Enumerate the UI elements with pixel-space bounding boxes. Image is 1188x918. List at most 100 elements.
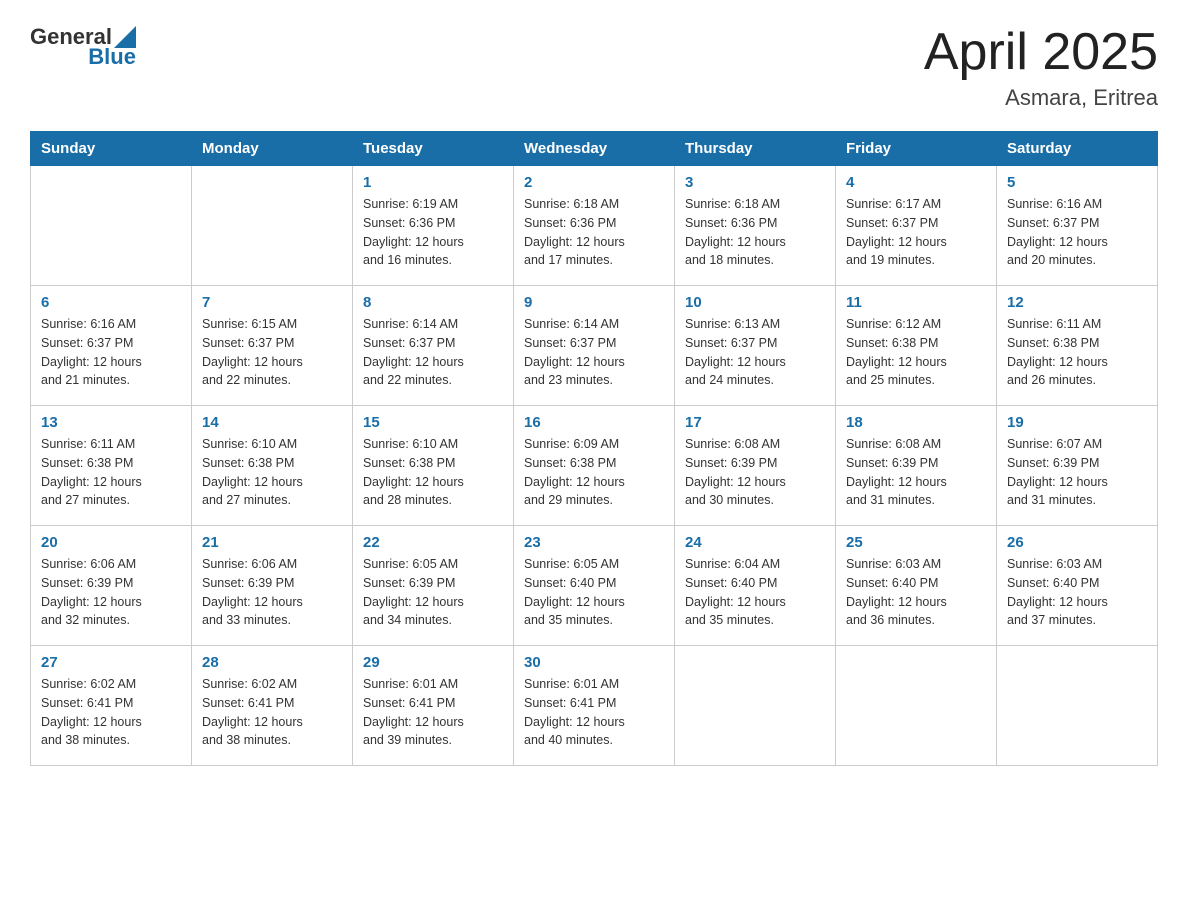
calendar-cell	[31, 166, 192, 286]
day-number: 19	[1007, 414, 1147, 431]
day-info: Sunrise: 6:02 AMSunset: 6:41 PMDaylight:…	[202, 675, 342, 750]
day-number: 24	[685, 534, 825, 551]
calendar-cell	[997, 646, 1158, 766]
calendar-cell: 30Sunrise: 6:01 AMSunset: 6:41 PMDayligh…	[514, 646, 675, 766]
day-number: 12	[1007, 294, 1147, 311]
day-number: 3	[685, 174, 825, 191]
day-number: 17	[685, 414, 825, 431]
day-info: Sunrise: 6:17 AMSunset: 6:37 PMDaylight:…	[846, 195, 986, 270]
calendar-title: April 2025	[924, 24, 1158, 81]
calendar-cell: 2Sunrise: 6:18 AMSunset: 6:36 PMDaylight…	[514, 166, 675, 286]
day-info: Sunrise: 6:10 AMSunset: 6:38 PMDaylight:…	[363, 435, 503, 510]
calendar-cell: 3 Sunrise: 6:18 AMSunset: 6:36 PMDaylight…	[675, 166, 836, 286]
day-number: 22	[363, 534, 503, 551]
calendar-cell: 16 Sunrise: 6:09 AMSunset: 6:38 PMDayligh…	[514, 406, 675, 526]
calendar-cell: 9 Sunrise: 6:14 AMSunset: 6:37 PMDaylight…	[514, 286, 675, 406]
day-info: Sunrise: 6:01 AMSunset: 6:41 PMDaylight:…	[363, 675, 503, 750]
day-number: 20	[41, 534, 181, 551]
calendar-week-row: 27 Sunrise: 6:02 AMSunset: 6:41 PMDayligh…	[31, 646, 1158, 766]
calendar-location: Asmara, Eritrea	[924, 85, 1158, 111]
day-number: 1	[363, 174, 503, 191]
day-info: Sunrise: 6:03 AMSunset: 6:40 PMDaylight:…	[1007, 555, 1147, 630]
day-info: Sunrise: 6:03 AMSunset: 6:40 PMDaylight:…	[846, 555, 986, 630]
day-number: 16	[524, 414, 664, 431]
day-info: Sunrise: 6:09 AMSunset: 6:38 PMDaylight:…	[524, 435, 664, 510]
calendar-cell: 29 Sunrise: 6:01 AMSunset: 6:41 PMDayligh…	[353, 646, 514, 766]
day-number: 28	[202, 654, 342, 671]
calendar-cell	[675, 646, 836, 766]
calendar-table: SundayMondayTuesdayWednesdayThursdayFrid…	[30, 131, 1158, 766]
day-info: Sunrise: 6:16 AMSunset: 6:37 PMDaylight:…	[41, 315, 181, 390]
logo: General Blue	[30, 24, 136, 70]
day-info: Sunrise: 6:06 AMSunset: 6:39 PMDaylight:…	[202, 555, 342, 630]
day-info: Sunrise: 6:06 AMSunset: 6:39 PMDaylight:…	[41, 555, 181, 630]
calendar-header-row: SundayMondayTuesdayWednesdayThursdayFrid…	[31, 132, 1158, 166]
day-number: 8	[363, 294, 503, 311]
calendar-cell: 17 Sunrise: 6:08 AMSunset: 6:39 PMDayligh…	[675, 406, 836, 526]
calendar-cell: 27Sunrise: 6:02 AMSunset: 6:41 PMDayligh…	[31, 646, 192, 766]
calendar-week-row: 6 Sunrise: 6:16 AMSunset: 6:37 PMDaylight…	[31, 286, 1158, 406]
calendar-cell: 1 Sunrise: 6:19 AMSunset: 6:36 PMDaylight…	[353, 166, 514, 286]
day-number: 6	[41, 294, 181, 311]
calendar-cell: 6 Sunrise: 6:16 AMSunset: 6:37 PMDaylight…	[31, 286, 192, 406]
day-info: Sunrise: 6:05 AMSunset: 6:40 PMDaylight:…	[524, 555, 664, 630]
day-number: 30	[524, 654, 664, 671]
day-number: 29	[363, 654, 503, 671]
calendar-cell	[836, 646, 997, 766]
calendar-week-row: 20 Sunrise: 6:06 AMSunset: 6:39 PMDayligh…	[31, 526, 1158, 646]
day-info: Sunrise: 6:12 AMSunset: 6:38 PMDaylight:…	[846, 315, 986, 390]
day-number: 18	[846, 414, 986, 431]
calendar-cell: 22 Sunrise: 6:05 AMSunset: 6:39 PMDayligh…	[353, 526, 514, 646]
calendar-cell: 11 Sunrise: 6:12 AMSunset: 6:38 PMDayligh…	[836, 286, 997, 406]
calendar-cell: 7Sunrise: 6:15 AMSunset: 6:37 PMDaylight…	[192, 286, 353, 406]
day-info: Sunrise: 6:11 AMSunset: 6:38 PMDaylight:…	[41, 435, 181, 510]
calendar-cell: 4 Sunrise: 6:17 AMSunset: 6:37 PMDaylight…	[836, 166, 997, 286]
day-number: 15	[363, 414, 503, 431]
day-number: 26	[1007, 534, 1147, 551]
calendar-cell	[192, 166, 353, 286]
day-info: Sunrise: 6:08 AMSunset: 6:39 PMDaylight:…	[846, 435, 986, 510]
day-info: Sunrise: 6:08 AMSunset: 6:39 PMDaylight:…	[685, 435, 825, 510]
day-info: Sunrise: 6:14 AMSunset: 6:37 PMDaylight:…	[363, 315, 503, 390]
calendar-cell: 19Sunrise: 6:07 AMSunset: 6:39 PMDayligh…	[997, 406, 1158, 526]
day-info: Sunrise: 6:13 AMSunset: 6:37 PMDaylight:…	[685, 315, 825, 390]
calendar-cell: 28 Sunrise: 6:02 AMSunset: 6:41 PMDayligh…	[192, 646, 353, 766]
title-block: April 2025 Asmara, Eritrea	[924, 24, 1158, 111]
calendar-cell: 10Sunrise: 6:13 AMSunset: 6:37 PMDayligh…	[675, 286, 836, 406]
weekday-header: Tuesday	[353, 132, 514, 166]
day-info: Sunrise: 6:16 AMSunset: 6:37 PMDaylight:…	[1007, 195, 1147, 270]
weekday-header: Saturday	[997, 132, 1158, 166]
day-info: Sunrise: 6:04 AMSunset: 6:40 PMDaylight:…	[685, 555, 825, 630]
day-info: Sunrise: 6:14 AMSunset: 6:37 PMDaylight:…	[524, 315, 664, 390]
day-number: 9	[524, 294, 664, 311]
weekday-header: Wednesday	[514, 132, 675, 166]
calendar-cell: 18 Sunrise: 6:08 AMSunset: 6:39 PMDayligh…	[836, 406, 997, 526]
day-info: Sunrise: 6:15 AMSunset: 6:37 PMDaylight:…	[202, 315, 342, 390]
logo-blue-text: Blue	[88, 44, 136, 70]
day-number: 13	[41, 414, 181, 431]
day-number: 11	[846, 294, 986, 311]
day-number: 14	[202, 414, 342, 431]
calendar-cell: 14Sunrise: 6:10 AMSunset: 6:38 PMDayligh…	[192, 406, 353, 526]
weekday-header: Sunday	[31, 132, 192, 166]
day-info: Sunrise: 6:18 AMSunset: 6:36 PMDaylight:…	[685, 195, 825, 270]
calendar-cell: 21 Sunrise: 6:06 AMSunset: 6:39 PMDayligh…	[192, 526, 353, 646]
calendar-cell: 13 Sunrise: 6:11 AMSunset: 6:38 PMDayligh…	[31, 406, 192, 526]
day-info: Sunrise: 6:11 AMSunset: 6:38 PMDaylight:…	[1007, 315, 1147, 390]
day-number: 4	[846, 174, 986, 191]
page-header: General Blue April 2025 Asmara, Eritrea	[30, 24, 1158, 111]
calendar-cell: 24 Sunrise: 6:04 AMSunset: 6:40 PMDayligh…	[675, 526, 836, 646]
day-number: 25	[846, 534, 986, 551]
calendar-week-row: 1 Sunrise: 6:19 AMSunset: 6:36 PMDaylight…	[31, 166, 1158, 286]
weekday-header: Monday	[192, 132, 353, 166]
day-info: Sunrise: 6:19 AMSunset: 6:36 PMDaylight:…	[363, 195, 503, 270]
calendar-cell: 15 Sunrise: 6:10 AMSunset: 6:38 PMDayligh…	[353, 406, 514, 526]
day-number: 23	[524, 534, 664, 551]
day-number: 21	[202, 534, 342, 551]
calendar-cell: 20 Sunrise: 6:06 AMSunset: 6:39 PMDayligh…	[31, 526, 192, 646]
day-info: Sunrise: 6:05 AMSunset: 6:39 PMDaylight:…	[363, 555, 503, 630]
calendar-cell: 25 Sunrise: 6:03 AMSunset: 6:40 PMDayligh…	[836, 526, 997, 646]
day-number: 27	[41, 654, 181, 671]
weekday-header: Friday	[836, 132, 997, 166]
calendar-week-row: 13 Sunrise: 6:11 AMSunset: 6:38 PMDayligh…	[31, 406, 1158, 526]
